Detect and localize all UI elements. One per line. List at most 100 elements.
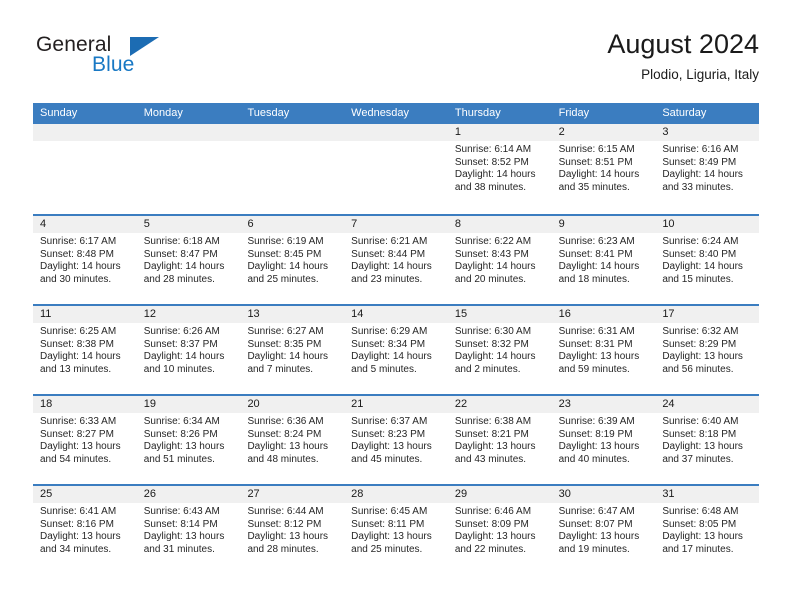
sunset-text: Sunset: 8:35 PM	[247, 338, 322, 350]
day-cell[interactable]: 3 Sunrise: 6:16 AM Sunset: 8:49 PM Daylight…	[655, 124, 760, 214]
sunset-text: Sunset: 8:12 PM	[247, 518, 322, 530]
daylight-text: Daylight: 14 hours and 28 minutes.	[143, 261, 225, 285]
weekday-header-friday: Friday	[558, 107, 590, 119]
day-number: 9	[551, 216, 656, 233]
general-blue-logo[interactable]: General Blue	[33, 34, 253, 90]
day-info: Sunrise: 6:27 AM Sunset: 8:35 PM Daylight:…	[240, 323, 344, 376]
day-cell[interactable]: 27 Sunrise: 6:44 AM Sunset: 8:12 PM Dayligh…	[240, 486, 345, 574]
day-cell[interactable]: 11 Sunrise: 6:25 AM Sunset: 8:38 PM Dayligh…	[33, 306, 137, 394]
sunset-text: Sunset: 8:48 PM	[40, 248, 114, 260]
day-cell[interactable]: 16 Sunrise: 6:31 AM Sunset: 8:31 PM Dayligh…	[551, 306, 656, 394]
day-cell[interactable]: 26 Sunrise: 6:43 AM Sunset: 8:14 PM Dayligh…	[136, 486, 241, 574]
day-number: 13	[240, 306, 345, 323]
page-title: August 2024	[607, 29, 759, 59]
daylight-text: Daylight: 13 hours and 31 minutes.	[143, 531, 225, 555]
day-cell[interactable]: 21 Sunrise: 6:37 AM Sunset: 8:23 PM Dayligh…	[344, 396, 448, 484]
logo-text-blue: Blue	[92, 53, 135, 76]
day-cell[interactable]: 12 Sunrise: 6:26 AM Sunset: 8:37 PM Dayligh…	[136, 306, 241, 394]
sunrise-text: Sunrise: 6:27 AM	[247, 326, 324, 337]
sunrise-text: Sunrise: 6:22 AM	[454, 236, 532, 247]
day-cell[interactable]: 19 Sunrise: 6:34 AM Sunset: 8:26 PM Dayligh…	[136, 396, 241, 484]
day-cell[interactable]: 24 Sunrise: 6:40 AM Sunset: 8:18 PM Dayligh…	[655, 396, 760, 484]
day-number	[33, 124, 137, 141]
day-cell[interactable]: 17 Sunrise: 6:32 AM Sunset: 8:29 PM Dayligh…	[655, 306, 760, 394]
day-info: Sunrise: 6:45 AM Sunset: 8:11 PM Daylight:…	[344, 503, 448, 556]
sunset-text: Sunset: 8:29 PM	[662, 338, 737, 350]
day-info: Sunrise: 6:37 AM Sunset: 8:23 PM Daylight:…	[344, 413, 448, 466]
day-cell[interactable]: 31 Sunrise: 6:48 AM Sunset: 8:05 PM Dayligh…	[655, 486, 760, 574]
day-number: 27	[240, 486, 345, 503]
day-cell-empty	[344, 124, 448, 214]
day-number	[240, 124, 345, 141]
day-number: 4	[33, 216, 137, 233]
day-cell[interactable]: 15 Sunrise: 6:30 AM Sunset: 8:32 PM Dayligh…	[447, 306, 552, 394]
sunset-text: Sunset: 8:11 PM	[351, 518, 425, 530]
day-cell[interactable]: 20 Sunrise: 6:36 AM Sunset: 8:24 PM Dayligh…	[240, 396, 345, 484]
daylight-text: Daylight: 13 hours and 51 minutes.	[143, 441, 225, 465]
sunset-text: Sunset: 8:21 PM	[454, 428, 529, 440]
sunset-text: Sunset: 8:27 PM	[40, 428, 114, 440]
day-cell[interactable]: 18 Sunrise: 6:33 AM Sunset: 8:27 PM Dayligh…	[33, 396, 137, 484]
day-cell[interactable]: 8 Sunrise: 6:22 AM Sunset: 8:43 PM Daylight…	[447, 216, 552, 304]
day-info: Sunrise: 6:15 AM Sunset: 8:51 PM Daylight:…	[552, 141, 656, 194]
day-info: Sunrise: 6:34 AM Sunset: 8:26 PM Daylight:…	[137, 413, 241, 466]
sunset-text: Sunset: 8:49 PM	[662, 156, 737, 168]
day-cell[interactable]: 1 Sunrise: 6:14 AM Sunset: 8:52 PM Daylight…	[447, 124, 552, 214]
daylight-text: Daylight: 13 hours and 19 minutes.	[558, 531, 640, 555]
day-number: 29	[447, 486, 552, 503]
day-cell[interactable]: 4 Sunrise: 6:17 AM Sunset: 8:48 PM Daylight…	[33, 216, 137, 304]
day-info: Sunrise: 6:43 AM Sunset: 8:14 PM Daylight:…	[137, 503, 241, 556]
day-cell[interactable]: 9 Sunrise: 6:23 AM Sunset: 8:41 PM Daylight…	[551, 216, 656, 304]
sunrise-text: Sunrise: 6:37 AM	[351, 416, 428, 427]
day-number: 25	[33, 486, 137, 503]
day-info: Sunrise: 6:18 AM Sunset: 8:47 PM Daylight:…	[137, 233, 241, 286]
sunset-text: Sunset: 8:16 PM	[40, 518, 114, 530]
day-cell[interactable]: 25 Sunrise: 6:41 AM Sunset: 8:16 PM Dayligh…	[33, 486, 137, 574]
sunrise-text: Sunrise: 6:32 AM	[662, 326, 739, 337]
day-cell[interactable]: 2 Sunrise: 6:15 AM Sunset: 8:51 PM Daylight…	[551, 124, 656, 214]
sunset-text: Sunset: 8:23 PM	[351, 428, 426, 440]
day-number: 6	[240, 216, 345, 233]
day-number: 16	[551, 306, 656, 323]
sunset-text: Sunset: 8:07 PM	[558, 518, 633, 530]
day-cell[interactable]: 7 Sunrise: 6:21 AM Sunset: 8:44 PM Daylight…	[344, 216, 448, 304]
sunrise-text: Sunrise: 6:43 AM	[143, 506, 220, 517]
day-info: Sunrise: 6:30 AM Sunset: 8:32 PM Daylight:…	[448, 323, 552, 376]
day-number: 24	[655, 396, 760, 413]
day-info: Sunrise: 6:21 AM Sunset: 8:44 PM Daylight:…	[344, 233, 448, 286]
day-cell[interactable]: 10 Sunrise: 6:24 AM Sunset: 8:40 PM Dayligh…	[655, 216, 760, 304]
sunrise-text: Sunrise: 6:25 AM	[40, 326, 117, 337]
day-cell[interactable]: 13 Sunrise: 6:27 AM Sunset: 8:35 PM Dayligh…	[240, 306, 345, 394]
day-info: Sunrise: 6:29 AM Sunset: 8:34 PM Daylight:…	[344, 323, 448, 376]
day-info: Sunrise: 6:40 AM Sunset: 8:18 PM Daylight:…	[655, 413, 759, 466]
daylight-text: Daylight: 14 hours and 23 minutes.	[351, 261, 432, 285]
daylight-text: Daylight: 14 hours and 5 minutes.	[351, 351, 432, 375]
daylight-text: Daylight: 14 hours and 30 minutes.	[40, 261, 121, 285]
sunrise-text: Sunrise: 6:19 AM	[247, 236, 324, 247]
day-number: 21	[344, 396, 448, 413]
sunrise-text: Sunrise: 6:21 AM	[351, 236, 428, 247]
day-cell[interactable]: 29 Sunrise: 6:46 AM Sunset: 8:09 PM Dayligh…	[447, 486, 552, 574]
sunrise-text: Sunrise: 6:41 AM	[40, 506, 117, 517]
day-cell[interactable]: 28 Sunrise: 6:45 AM Sunset: 8:11 PM Dayligh…	[344, 486, 448, 574]
sunrise-text: Sunrise: 6:23 AM	[558, 236, 635, 247]
daylight-text: Daylight: 13 hours and 54 minutes.	[40, 441, 121, 465]
day-cell[interactable]: 14 Sunrise: 6:29 AM Sunset: 8:34 PM Dayligh…	[344, 306, 448, 394]
sunset-text: Sunset: 8:34 PM	[351, 338, 426, 350]
day-number: 3	[655, 124, 760, 141]
day-number: 28	[344, 486, 448, 503]
sunset-text: Sunset: 8:52 PM	[454, 156, 529, 168]
day-cell[interactable]: 23 Sunrise: 6:39 AM Sunset: 8:19 PM Dayligh…	[551, 396, 656, 484]
calendar-page: General Blue August 2024 Plodio, Liguria…	[0, 0, 792, 612]
day-number: 17	[655, 306, 760, 323]
sunrise-text: Sunrise: 6:36 AM	[247, 416, 324, 427]
day-cell-empty	[136, 124, 241, 214]
weekday-header-wednesday: Wednesday	[351, 107, 410, 119]
sunset-text: Sunset: 8:09 PM	[454, 518, 529, 530]
day-cell[interactable]: 30 Sunrise: 6:47 AM Sunset: 8:07 PM Dayligh…	[551, 486, 656, 574]
daylight-text: Daylight: 13 hours and 34 minutes.	[40, 531, 121, 555]
day-cell[interactable]: 6 Sunrise: 6:19 AM Sunset: 8:45 PM Daylight…	[240, 216, 345, 304]
day-cell[interactable]: 5 Sunrise: 6:18 AM Sunset: 8:47 PM Daylight…	[136, 216, 241, 304]
day-info: Sunrise: 6:14 AM Sunset: 8:52 PM Daylight:…	[448, 141, 552, 194]
day-cell[interactable]: 22 Sunrise: 6:38 AM Sunset: 8:21 PM Dayligh…	[447, 396, 552, 484]
